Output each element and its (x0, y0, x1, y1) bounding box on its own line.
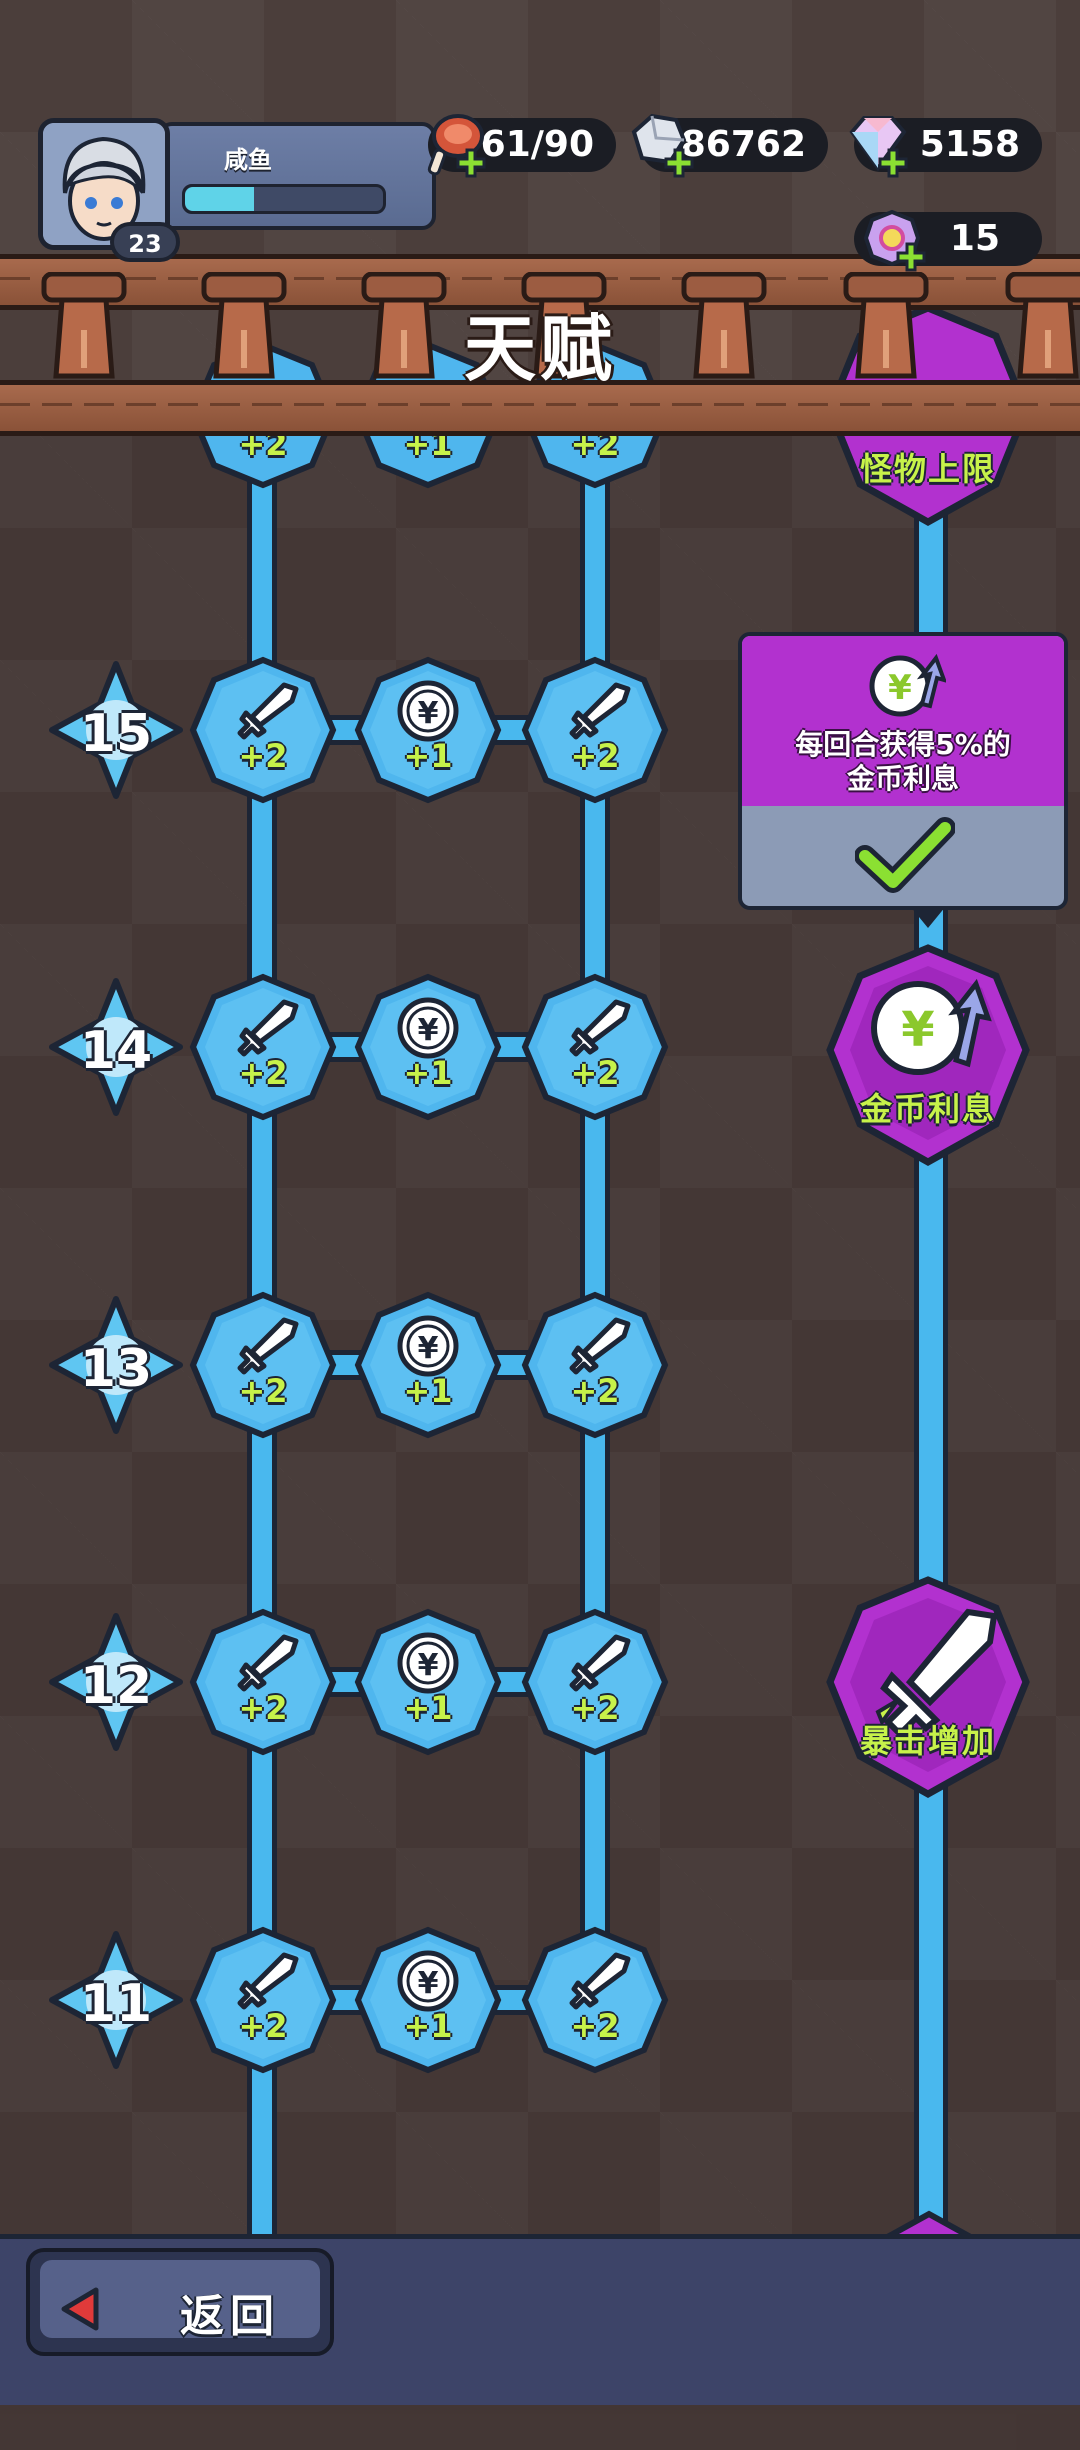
row-level-number: 12 (79, 1656, 153, 1716)
node-value: +1 (403, 1372, 453, 1410)
node-value: +2 (238, 2007, 288, 2045)
row-level-number: 15 (79, 704, 153, 764)
check-icon (855, 817, 955, 893)
node-value: +2 (238, 1054, 288, 1092)
node-value: +2 (238, 1372, 288, 1410)
row-level-number: 13 (79, 1339, 153, 1399)
tooltip-header: ¥ 每回合获得5%的 金币利息 (742, 636, 1064, 806)
talent-tooltip: ¥ 每回合获得5%的 金币利息 (738, 632, 1068, 910)
node-value: +2 (570, 2007, 620, 2045)
talent-node-attack[interactable]: +2 (520, 972, 670, 1122)
svg-text:¥: ¥ (888, 668, 912, 708)
exp-fill (185, 187, 255, 211)
row-level-badge: 11 (46, 1930, 186, 2070)
back-button-face: 返回 (40, 2260, 320, 2342)
talent-node-attack[interactable]: +2 (188, 1290, 338, 1440)
talent-node-gold[interactable]: ¥ +1 (353, 1290, 503, 1440)
exp-bar (182, 184, 386, 214)
svg-text:¥: ¥ (901, 1002, 934, 1058)
talent-node-gold[interactable]: ¥ +1 (353, 972, 503, 1122)
player-level-badge: 23 (110, 222, 180, 262)
tooltip-description: 每回合获得5%的 金币利息 (752, 728, 1054, 796)
profile-card: 咸鱼 (158, 122, 436, 230)
row-level-number: 11 (79, 1974, 153, 2034)
talent-node-gold[interactable]: ¥ +1 (353, 1925, 503, 2075)
add-rune-icon[interactable] (896, 242, 926, 272)
talent-node-attack[interactable]: +2 (520, 655, 670, 805)
svg-text:¥: ¥ (418, 1331, 439, 1366)
gold-interest-icon: ¥ (869, 653, 946, 717)
special-node-label: 金币利息 (859, 1090, 996, 1128)
node-value: +2 (570, 1372, 620, 1410)
row-level-badge: 13 (46, 1295, 186, 1435)
talent-node-attack[interactable]: +2 (520, 1925, 670, 2075)
talent-node-attack[interactable]: +2 (520, 1290, 670, 1440)
talent-special-gold-interest[interactable]: ¥ 金币利息 (818, 940, 1038, 1170)
page-title: 天赋 (463, 307, 616, 391)
add-gem-icon[interactable] (878, 148, 908, 178)
node-value: +2 (238, 737, 288, 775)
row-level-number: 14 (79, 1021, 153, 1081)
node-value: +1 (403, 1054, 453, 1092)
node-value: +2 (570, 1689, 620, 1727)
tooltip-line-1: 每回合获得5%的 (795, 728, 1011, 761)
tooltip-line-2: 金币利息 (846, 762, 959, 795)
talent-node-attack[interactable]: +2 (188, 655, 338, 805)
special-node-label: 怪物上限 (859, 450, 996, 488)
add-energy-icon[interactable] (456, 148, 486, 178)
row-level-badge: 14 (46, 977, 186, 1117)
confirm-check-button[interactable] (742, 806, 1064, 906)
node-value: +2 (570, 737, 620, 775)
silver-value: 86762 (680, 124, 806, 165)
svg-text:¥: ¥ (418, 1966, 439, 2001)
talent-node-attack[interactable]: +2 (188, 972, 338, 1122)
svg-text:¥: ¥ (418, 696, 439, 731)
add-silver-icon[interactable] (664, 148, 694, 178)
back-button-label: 返回 (180, 2291, 280, 2342)
back-button[interactable]: 返回 (26, 2248, 334, 2356)
energy-value: 61/90 (480, 124, 594, 165)
node-value: +2 (238, 1689, 288, 1727)
player-profile[interactable]: 咸鱼 23 (38, 118, 436, 262)
talent-node-attack[interactable]: +2 (188, 1925, 338, 2075)
row-level-badge: 12 (46, 1612, 186, 1752)
svg-text:¥: ¥ (418, 1013, 439, 1048)
node-value: +1 (403, 737, 453, 775)
node-value: +2 (570, 1054, 620, 1092)
node-value: +1 (403, 1689, 453, 1727)
talent-node-attack[interactable]: +2 (188, 1607, 338, 1757)
tooltip-pointer (910, 906, 946, 928)
talent-node-gold[interactable]: ¥ +1 (353, 1607, 503, 1757)
svg-text:¥: ¥ (418, 1648, 439, 1683)
row-level-badge: 15 (46, 660, 186, 800)
talent-node-attack[interactable]: +2 (520, 1607, 670, 1757)
gem-value: 5158 (919, 124, 1020, 165)
back-arrow-icon (61, 2287, 99, 2331)
node-value: +1 (403, 2007, 453, 2045)
talent-special-crit[interactable]: 暴击增加 (818, 1572, 1038, 1802)
rune-value: 15 (949, 218, 1000, 259)
player-name: 咸鱼 (224, 146, 272, 174)
special-node-label: 暴击增加 (859, 1722, 996, 1760)
talent-node-gold[interactable]: ¥ +1 (353, 655, 503, 805)
